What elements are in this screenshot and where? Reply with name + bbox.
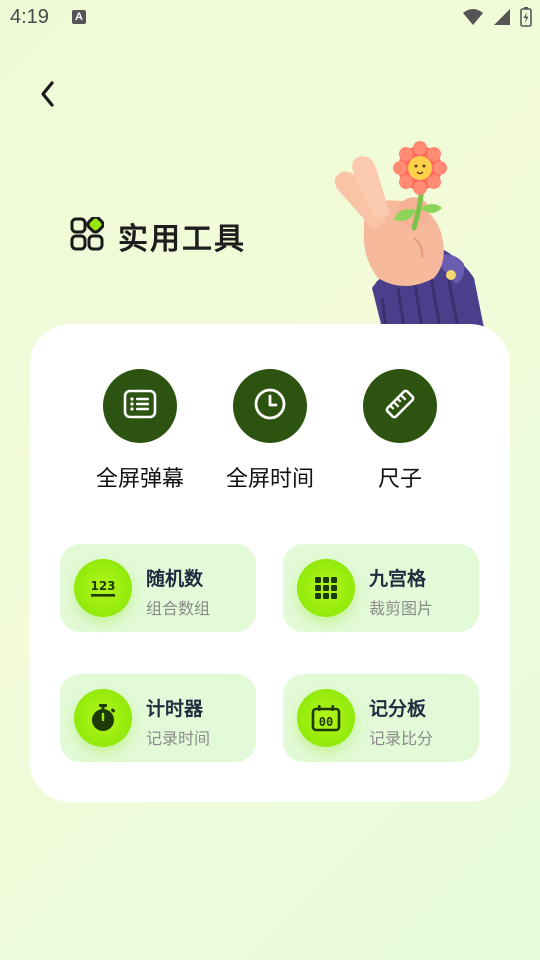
battery-icon [520, 7, 532, 31]
ruler-icon [383, 387, 417, 425]
chevron-left-icon [38, 80, 58, 112]
numbers-icon-text: 123 [90, 579, 115, 593]
tool-subtitle: 记录时间 [146, 729, 211, 748]
status-time: 4:19 [10, 6, 49, 28]
tools-card: 全屏弹幕 全屏时间 尺子 123 随机数 组合数组 九宫格 裁剪图片 计时器 记… [30, 324, 510, 802]
clock-icon [253, 387, 287, 425]
fullscreen-danmaku-button[interactable]: 全屏弹幕 [75, 369, 205, 493]
tool-random-number[interactable]: 123 随机数 组合数组 [60, 544, 256, 632]
hand-flower-illustration [324, 138, 484, 329]
fullscreen-time-button[interactable]: 全屏时间 [205, 369, 335, 493]
status-bar: 4:19 A [0, 0, 540, 36]
page-title: 实用工具 [118, 222, 246, 257]
stopwatch-icon [74, 689, 132, 747]
tool-subtitle: 记录比分 [369, 729, 434, 748]
ruler-button[interactable]: 尺子 [335, 369, 465, 493]
quick-action-label: 尺子 [377, 467, 422, 492]
tool-title: 记分板 [369, 698, 427, 720]
tool-subtitle: 组合数组 [146, 599, 211, 618]
quick-action-circle [363, 369, 437, 443]
scoreboard-icon-text: 00 [319, 715, 333, 729]
status-icons [462, 7, 532, 31]
tool-scoreboard[interactable]: 00 记分板 记录比分 [283, 674, 479, 762]
notification-badge: A [72, 10, 86, 24]
tool-subtitle: 裁剪图片 [369, 599, 434, 618]
scoreboard-icon: 00 [297, 689, 355, 747]
text-box-icon [123, 389, 157, 423]
grid-nine-icon [297, 559, 355, 617]
apps-grid-icon [70, 215, 105, 255]
quick-action-label: 全屏时间 [225, 467, 314, 492]
quick-action-circle [233, 369, 307, 443]
quick-action-circle [103, 369, 177, 443]
tool-timer[interactable]: 计时器 记录时间 [60, 674, 256, 762]
wifi-icon [462, 7, 484, 31]
numbers-icon: 123 [74, 559, 132, 617]
tool-title: 九宫格 [369, 568, 427, 590]
tool-title: 随机数 [146, 568, 204, 590]
page-header: 实用工具 [70, 214, 246, 258]
signal-icon [492, 7, 512, 31]
quick-action-label: 全屏弹幕 [95, 467, 184, 492]
back-button[interactable] [30, 78, 66, 114]
tool-nine-grid[interactable]: 九宫格 裁剪图片 [283, 544, 479, 632]
tool-title: 计时器 [146, 698, 204, 720]
